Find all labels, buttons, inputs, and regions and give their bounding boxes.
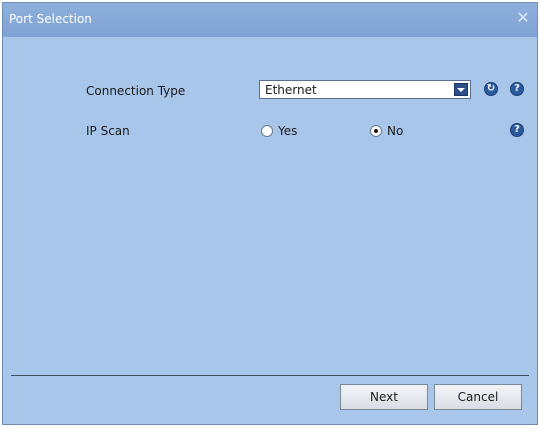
- dialog-window: Port Selection ✕ Connection Type Etherne…: [2, 2, 538, 425]
- refresh-icon[interactable]: ↻: [484, 82, 498, 96]
- chevron-down-icon[interactable]: [454, 83, 468, 96]
- next-button[interactable]: Next: [340, 384, 428, 410]
- ip-scan-no-radio[interactable]: [370, 125, 382, 137]
- cancel-button[interactable]: Cancel: [434, 384, 522, 410]
- connection-type-value: Ethernet: [265, 83, 317, 97]
- ip-scan-yes-label[interactable]: Yes: [278, 124, 297, 138]
- connection-type-label: Connection Type: [86, 84, 186, 98]
- close-icon[interactable]: ✕: [515, 10, 531, 26]
- ip-scan-label: IP Scan: [86, 124, 130, 138]
- help-icon[interactable]: ?: [510, 82, 524, 96]
- ip-scan-yes-radio[interactable]: [261, 125, 273, 137]
- help-icon[interactable]: ?: [510, 123, 524, 137]
- ip-scan-no-label[interactable]: No: [387, 124, 403, 138]
- connection-type-select[interactable]: Ethernet: [259, 80, 471, 99]
- title-bar[interactable]: Port Selection ✕: [3, 3, 537, 37]
- window-title: Port Selection: [9, 12, 92, 26]
- footer-divider: [11, 375, 529, 376]
